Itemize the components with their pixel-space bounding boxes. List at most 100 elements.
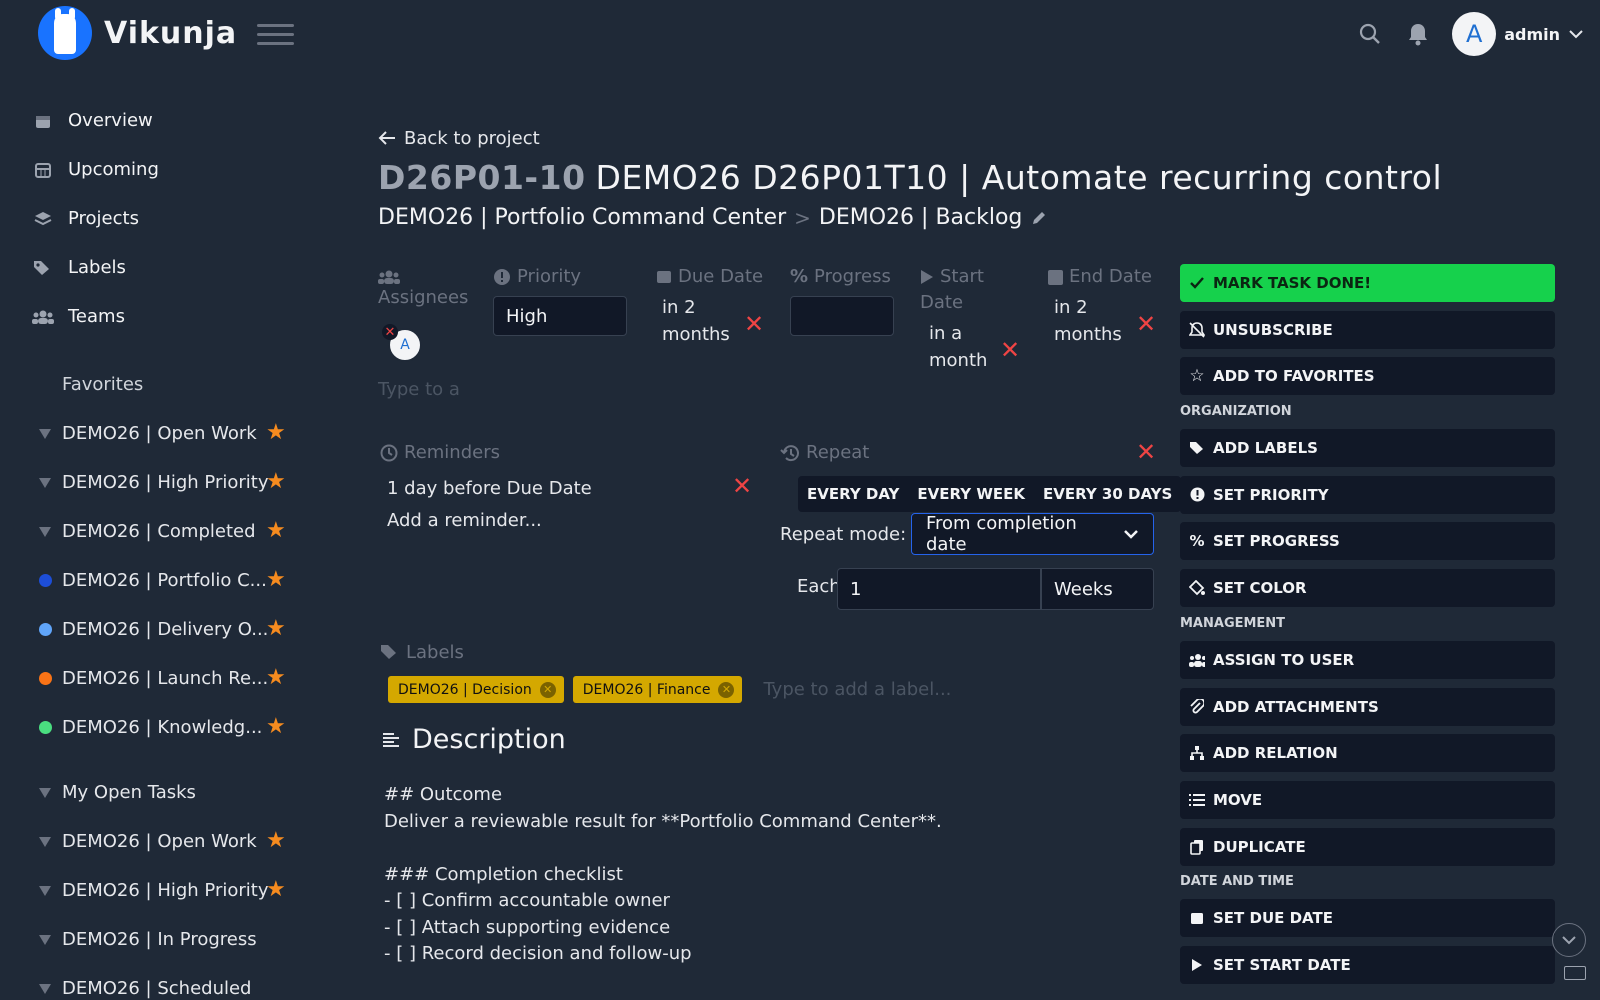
task-detail: Back to project D26P01-10 DEMO26 D26P01T1…: [378, 124, 1442, 231]
repeat-mode-select[interactable]: From completion date: [911, 513, 1154, 555]
star-icon[interactable]: ★: [266, 471, 286, 493]
search-icon[interactable]: [1356, 20, 1384, 48]
every-week-button[interactable]: EVERY WEEK: [908, 476, 1034, 512]
remove-label-icon[interactable]: ✕: [718, 681, 735, 698]
start-date-value[interactable]: in a month: [920, 320, 987, 374]
breadcrumb-current[interactable]: DEMO26 | Backlog: [819, 205, 1022, 230]
assign-to-user-button[interactable]: ASSIGN TO USER: [1180, 640, 1555, 679]
favorite-item[interactable]: DEMO26 | Open Work ★: [32, 409, 332, 458]
labels-list: DEMO26 | Decision ✕ DEMO26 | Finance ✕ T…: [388, 676, 951, 703]
pencil-icon[interactable]: [1030, 209, 1048, 227]
every-30-days-button[interactable]: EVERY 30 DAYS: [1034, 476, 1181, 512]
nav-projects[interactable]: Projects: [32, 194, 332, 243]
mark-task-done-button[interactable]: MARK TASK DONE!: [1180, 264, 1555, 302]
label-tag[interactable]: DEMO26 | Finance ✕: [572, 676, 743, 703]
add-labels-button[interactable]: ADD LABELS: [1180, 429, 1555, 468]
set-start-date-button[interactable]: SET START DATE: [1180, 945, 1555, 984]
progress-select[interactable]: [790, 296, 894, 336]
user-menu[interactable]: A admin: [1452, 12, 1584, 56]
page-title[interactable]: D26P01-10 DEMO26 D26P01T10 | Automate rec…: [378, 158, 1442, 197]
filter-label: DEMO26 | In Progress: [62, 929, 257, 950]
add-attachments-button[interactable]: ADD ATTACHMENTS: [1180, 687, 1555, 726]
set-color-button[interactable]: SET COLOR: [1180, 569, 1555, 608]
filter-item[interactable]: DEMO26 | In Progress: [32, 915, 332, 964]
scroll-down-button[interactable]: [1552, 923, 1586, 957]
add-to-favorites-button[interactable]: ☆ ADD TO FAVORITES: [1180, 357, 1555, 396]
management-heading: MANAGEMENT: [1180, 615, 1286, 631]
unsubscribe-button[interactable]: UNSUBSCRIBE: [1180, 310, 1555, 349]
add-reminder-button[interactable]: Add a reminder...: [380, 510, 760, 531]
favorites-heading[interactable]: Favorites: [62, 360, 332, 409]
favorite-item[interactable]: DEMO26 | Completed ★: [32, 507, 332, 556]
label-tag[interactable]: DEMO26 | Decision ✕: [388, 676, 564, 703]
nav-teams[interactable]: Teams: [32, 292, 332, 341]
filter-item[interactable]: DEMO26 | Open Work ★: [32, 817, 332, 866]
play-icon: [1189, 957, 1205, 973]
app-logo[interactable]: Vikunja: [38, 6, 237, 60]
assignee-search-input[interactable]: Type to a: [378, 379, 460, 400]
nav-upcoming[interactable]: Upcoming: [32, 145, 332, 194]
add-relation-button[interactable]: ADD RELATION: [1180, 734, 1555, 773]
keyboard-icon[interactable]: [1564, 966, 1586, 980]
project-color-dot: [39, 672, 52, 685]
breadcrumb-parent[interactable]: DEMO26 | Portfolio Command Center: [378, 205, 786, 230]
filter-icon: [39, 885, 51, 896]
bell-icon[interactable]: [1404, 20, 1432, 48]
star-icon[interactable]: ★: [266, 830, 286, 852]
set-progress-button[interactable]: % SET PROGRESS: [1180, 522, 1555, 561]
filter-label: DEMO26 | High Priority: [62, 880, 269, 901]
star-icon[interactable]: ★: [266, 618, 286, 640]
remove-reminder-icon[interactable]: ✕: [732, 474, 752, 498]
sidebar: Overview Upcoming Projects Labels Teams …: [32, 96, 332, 1000]
llama-logo-icon: [38, 6, 92, 60]
priority-select[interactable]: High: [493, 296, 627, 336]
duplicate-button[interactable]: DUPLICATE: [1180, 827, 1555, 866]
repeat-unit-select[interactable]: Weeks: [1041, 568, 1154, 610]
remove-label-icon[interactable]: ✕: [539, 681, 556, 698]
menu-toggle-icon[interactable]: [257, 24, 294, 46]
filter-label: DEMO26 | Scheduled: [62, 978, 252, 999]
star-icon[interactable]: ★: [266, 879, 286, 901]
clock-icon: [380, 444, 398, 462]
clear-start-date-icon[interactable]: ✕: [1000, 338, 1020, 362]
star-icon[interactable]: ★: [266, 667, 286, 689]
favorite-item[interactable]: DEMO26 | Knowledg... ★: [32, 703, 332, 752]
favorite-item[interactable]: DEMO26 | High Priority ★: [32, 458, 332, 507]
every-day-button[interactable]: EVERY DAY: [798, 476, 908, 512]
set-due-date-button[interactable]: SET DUE DATE: [1180, 899, 1555, 938]
reminder-item[interactable]: 1 day before Due Date: [380, 472, 760, 504]
repeat-mode-label: Repeat mode:: [780, 524, 907, 545]
move-button[interactable]: MOVE: [1180, 780, 1555, 819]
each-label: Each: [797, 576, 841, 597]
set-priority-button[interactable]: SET PRIORITY: [1180, 475, 1555, 514]
clear-repeat-icon[interactable]: ✕: [1136, 440, 1156, 464]
tags-icon: [381, 645, 396, 659]
favorite-item[interactable]: DEMO26 | Portfolio C... ★: [32, 556, 332, 605]
percent-icon: %: [790, 266, 809, 287]
clear-end-date-icon[interactable]: ✕: [1136, 312, 1156, 336]
priority-field: Priority High: [493, 264, 627, 336]
repeat-amount-input[interactable]: 1: [837, 568, 1041, 610]
favorite-label: DEMO26 | Launch Re...: [62, 668, 269, 689]
star-icon[interactable]: ★: [266, 716, 286, 738]
filter-icon: [39, 787, 51, 798]
progress-field: % Progress: [790, 264, 894, 336]
nav-labels[interactable]: Labels: [32, 243, 332, 292]
star-icon[interactable]: ★: [266, 569, 286, 591]
filter-item[interactable]: DEMO26 | High Priority ★: [32, 866, 332, 915]
repeat-presets: EVERY DAY EVERY WEEK EVERY 30 DAYS: [798, 476, 1182, 512]
filter-item[interactable]: DEMO26 | Scheduled: [32, 964, 332, 1000]
star-icon[interactable]: ★: [266, 520, 286, 542]
favorite-item[interactable]: DEMO26 | Launch Re... ★: [32, 654, 332, 703]
star-icon[interactable]: ★: [266, 422, 286, 444]
label-search-input[interactable]: Type to add a label...: [763, 679, 951, 700]
label-text: DEMO26 | Finance: [582, 681, 711, 698]
back-to-project-link[interactable]: Back to project: [378, 124, 1158, 152]
clear-due-date-icon[interactable]: ✕: [744, 312, 764, 336]
description-editor[interactable]: ## Outcome Deliver a reviewable result f…: [384, 782, 1144, 968]
my-open-tasks[interactable]: My Open Tasks: [32, 768, 332, 817]
remove-assignee-icon[interactable]: ✕: [382, 324, 398, 340]
nav-overview[interactable]: Overview: [32, 96, 332, 145]
organization-heading: ORGANIZATION: [1180, 404, 1292, 420]
favorite-item[interactable]: DEMO26 | Delivery O... ★: [32, 605, 332, 654]
